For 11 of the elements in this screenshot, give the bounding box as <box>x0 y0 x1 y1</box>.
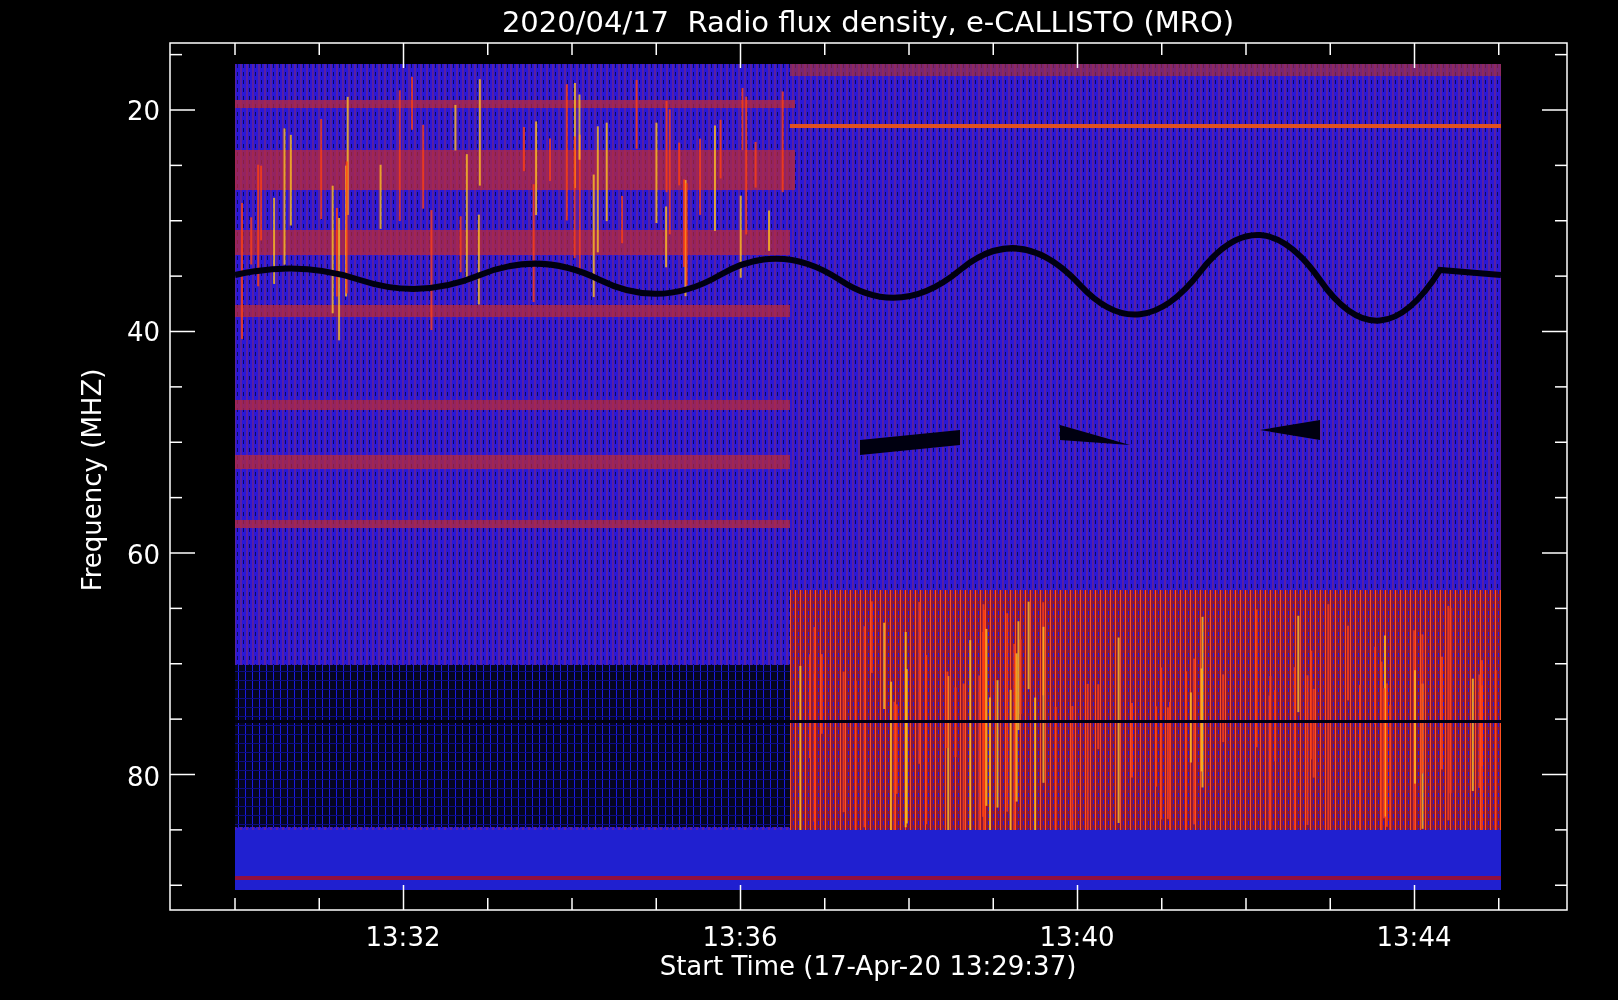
chart-title: 2020/04/17 Radio flux density, e-CALLISTO (MRO) <box>501 5 1235 39</box>
tick-label: 80 <box>126 762 160 792</box>
tick-label: 13:32 <box>365 922 441 952</box>
tick-label: 13:40 <box>1039 922 1115 952</box>
tick-label: 20 <box>126 96 160 126</box>
tick-label: 13:44 <box>1376 922 1452 952</box>
tick-label: 13:36 <box>702 922 778 952</box>
axis-label: Frequency (MHZ) <box>77 368 107 592</box>
tick-label: 60 <box>126 540 160 570</box>
tick-label: 40 <box>126 317 160 347</box>
axis-label: Start Time (17-Apr-20 13:29:37) <box>659 951 1077 981</box>
